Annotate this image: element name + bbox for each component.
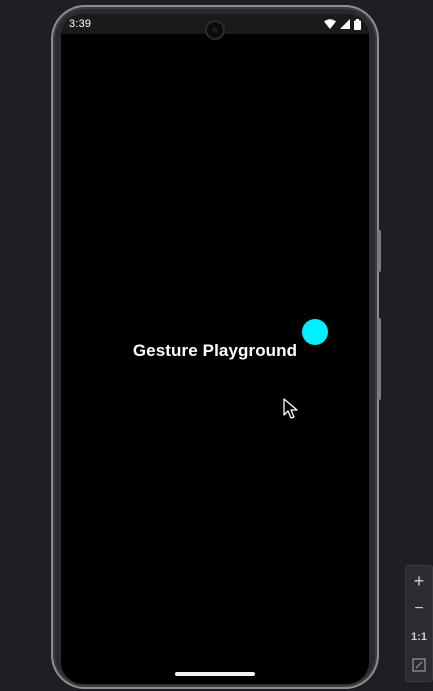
status-icons [324, 18, 361, 30]
status-time: 3:39 [69, 18, 92, 30]
zoom-controls: + − 1:1 [405, 565, 433, 682]
gesture-nav-handle[interactable] [175, 672, 255, 676]
device-screen[interactable]: 3:39 Gesture Playground [61, 14, 369, 684]
emulator-window: 3:39 Gesture Playground + − 1:1 [0, 0, 433, 691]
zoom-in-button[interactable]: + [406, 568, 432, 594]
page-title: Gesture Playground [132, 341, 298, 360]
actual-size-button[interactable]: 1:1 [406, 624, 432, 650]
battery-icon [354, 18, 361, 30]
power-button[interactable] [377, 230, 381, 272]
front-camera [207, 22, 223, 38]
volume-button[interactable] [377, 318, 381, 400]
zoom-out-button[interactable]: − [406, 596, 432, 622]
fit-screen-button[interactable] [406, 652, 432, 678]
fit-screen-icon [412, 658, 426, 672]
signal-icon [340, 19, 350, 29]
mouse-cursor-icon [283, 398, 298, 419]
draggable-ball[interactable] [302, 319, 328, 345]
wifi-icon [324, 19, 336, 29]
